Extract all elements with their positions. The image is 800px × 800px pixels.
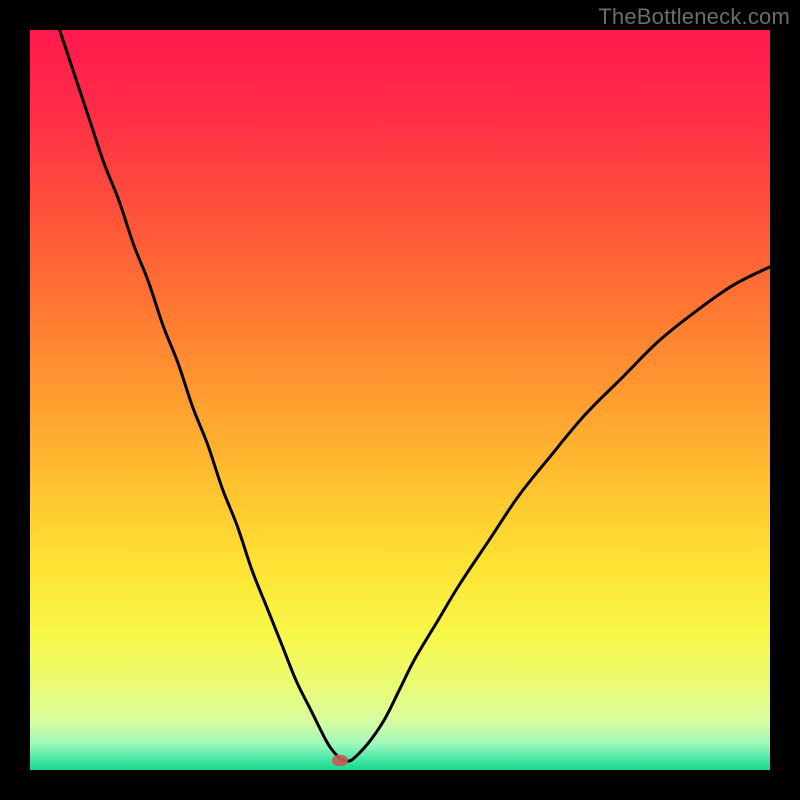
plot-area: [30, 30, 770, 770]
optimum-marker: [332, 755, 348, 766]
watermark-text: TheBottleneck.com: [598, 4, 790, 30]
curve-layer: [30, 30, 770, 770]
bottleneck-curve: [60, 30, 770, 761]
chart-frame: TheBottleneck.com: [0, 0, 800, 800]
